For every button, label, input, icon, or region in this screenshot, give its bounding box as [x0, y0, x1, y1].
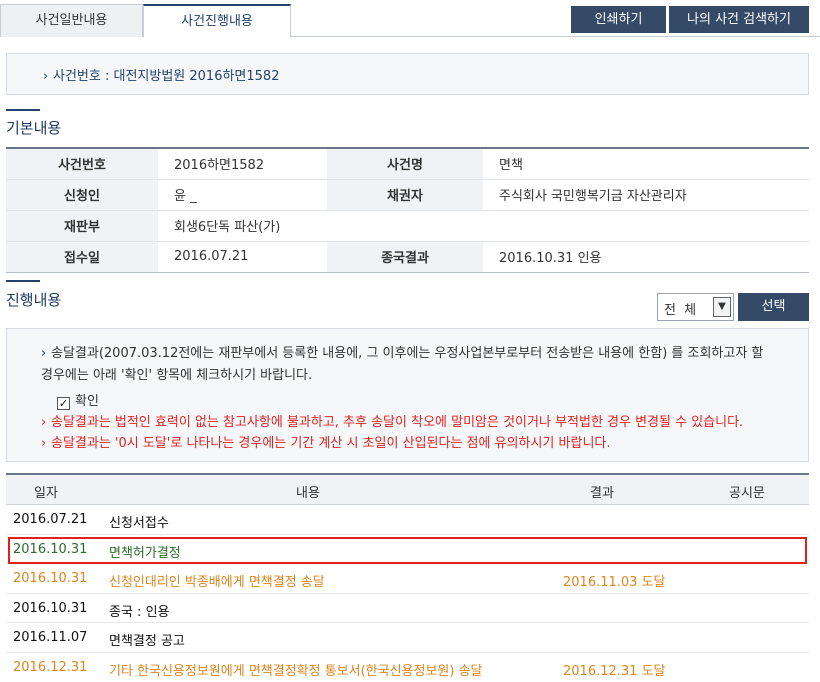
warning-line: › 송달결과는 법적인 효력이 없는 참고사항에 불과하고, 추후 송달이 착오에… [41, 411, 743, 430]
confirm-checkbox[interactable]: ✓ [57, 397, 70, 410]
case-number-box: › 사건번호 : 대전지방법원 2016하면1582 [6, 53, 809, 95]
column-header-date: 일자 [34, 486, 58, 501]
bullet-icon: › [41, 346, 47, 361]
info-value: 회생6단독 파산(가) [158, 210, 327, 242]
info-value: 면책 [483, 148, 809, 180]
info-row: 재판부 회생6단독 파산(가) [6, 210, 809, 242]
row-date: 2016.10.31 [13, 571, 88, 587]
progress-section-title: 진행내용 [6, 291, 62, 309]
notice-box: › 송달결과(2007.03.12전에는 재판부에서 등록한 내용에, 그 이후에… [6, 328, 809, 462]
info-row: 사건번호 2016하면1582 사건명 면책 [6, 148, 809, 180]
table-row: 2016.10.31 종국 : 인용 [6, 594, 809, 624]
my-case-search-button[interactable]: 나의 사건 검색하기 [669, 6, 809, 33]
bullet-icon: › [43, 69, 49, 84]
notice-text: 송달결과(2007.03.12전에는 재판부에서 등록한 내용에, 그 이후에는… [41, 346, 764, 383]
print-button[interactable]: 인쇄하기 [571, 6, 666, 33]
row-content: 기타 한국신용정보원에게 면책결정확정 통보서(한국신용정보원) 송달 [109, 663, 483, 679]
column-header-content: 내용 [296, 486, 320, 501]
info-header: 채권자 [327, 179, 483, 211]
warning-text: 송달결과는 '0시 도달'로 나타나는 경우에는 기간 계산 시 초일이 산입된… [51, 436, 611, 451]
chevron-down-icon[interactable]: ▼ [713, 297, 731, 317]
filter-select-value: 전 체 [664, 303, 699, 318]
bullet-icon: › [41, 415, 47, 430]
section-bar [6, 109, 40, 111]
info-row: 신청인 윤 _ 채권자 주식회사 국민행복기금 자산관리자 [6, 179, 809, 211]
basic-info-table: 사건번호 2016하면1582 사건명 면책 신청인 윤 _ 채권자 주식회사 … [6, 147, 809, 273]
info-header: 접수일 [6, 241, 158, 273]
filter-apply-button[interactable]: 선택 [738, 293, 809, 321]
row-content: 신청서접수 [109, 516, 169, 531]
table-header: 일자 내용 결과 공시문 [6, 475, 809, 505]
info-empty [483, 210, 809, 242]
warning-line: › 송달결과는 '0시 도달'로 나타나는 경우에는 기간 계산 시 초일이 산입… [41, 432, 611, 451]
case-number-line: › 사건번호 : 대전지방법원 2016하면1582 [43, 65, 279, 84]
table-row-highlighted: 2016.10.31 면책허가결정 [6, 535, 809, 565]
row-result: 2016.12.31 도달 [563, 663, 666, 679]
table-row: 2016.07.21 신청서접수 [6, 505, 809, 535]
row-date: 2016.12.31 [13, 659, 88, 675]
info-row: 접수일 2016.07.21 종국결과 2016.10.31 인용 [6, 241, 809, 273]
info-value: 주식회사 국민행복기금 자산관리자 [483, 179, 809, 211]
info-value: 2016하면1582 [158, 148, 327, 180]
confirm-checkbox-row[interactable]: ✓ 확인 [57, 390, 99, 410]
info-header: 사건번호 [6, 148, 158, 180]
progress-table: 일자 내용 결과 공시문 2016.07.21 신청서접수 2016.10.31… [6, 473, 809, 682]
info-empty [327, 210, 483, 242]
tab-bar: 사건일반내용 사건진행내용 인쇄하기 나의 사건 검색하기 [0, 0, 820, 38]
column-header-notice: 공시문 [729, 486, 765, 501]
info-header: 종국결과 [327, 241, 483, 273]
filter-select[interactable]: 전 체 ▼ [657, 293, 734, 321]
row-content: 종국 : 인용 [109, 604, 170, 620]
row-date: 2016.10.31 [13, 600, 88, 616]
info-header: 신청인 [6, 179, 158, 211]
row-date: 2016.11.07 [13, 630, 88, 646]
info-value: 윤 _ [158, 179, 327, 211]
table-row: 2016.11.07 면책결정 공고 [6, 623, 809, 653]
section-bar [6, 280, 40, 282]
row-content: 면책허가결정 [109, 545, 181, 561]
bullet-icon: › [41, 436, 47, 451]
tab-progress[interactable]: 사건진행내용 [143, 4, 291, 38]
row-content: 면책결정 공고 [109, 634, 185, 650]
info-header: 재판부 [6, 210, 158, 242]
info-value: 2016.10.31 인용 [483, 241, 809, 273]
warning-text: 송달결과는 법적인 효력이 없는 참고사항에 불과하고, 추후 송달이 착오에 … [51, 415, 744, 430]
confirm-checkbox-label: 확인 [75, 394, 99, 409]
notice-line: › 송달결과(2007.03.12전에는 재판부에서 등록한 내용에, 그 이후에… [41, 343, 771, 387]
table-row: 2016.10.31 신청인대리인 박종배에게 면책결정 송달 2016.11.… [6, 564, 809, 594]
column-header-result: 결과 [590, 486, 614, 501]
tab-general[interactable]: 사건일반내용 [0, 4, 143, 37]
basic-section-title: 기본내용 [6, 119, 62, 137]
row-date: 2016.10.31 [13, 541, 88, 557]
info-value: 2016.07.21 [158, 241, 327, 273]
info-header: 사건명 [327, 148, 483, 180]
row-content: 신청인대리인 박종배에게 면책결정 송달 [109, 575, 325, 591]
table-row: 2016.12.31 기타 한국신용정보원에게 면책결정확정 통보서(한국신용정… [6, 653, 809, 682]
row-date: 2016.07.21 [13, 512, 88, 527]
row-result: 2016.11.03 도달 [563, 575, 666, 591]
case-number-text: 사건번호 : 대전지방법원 2016하면1582 [53, 69, 280, 84]
